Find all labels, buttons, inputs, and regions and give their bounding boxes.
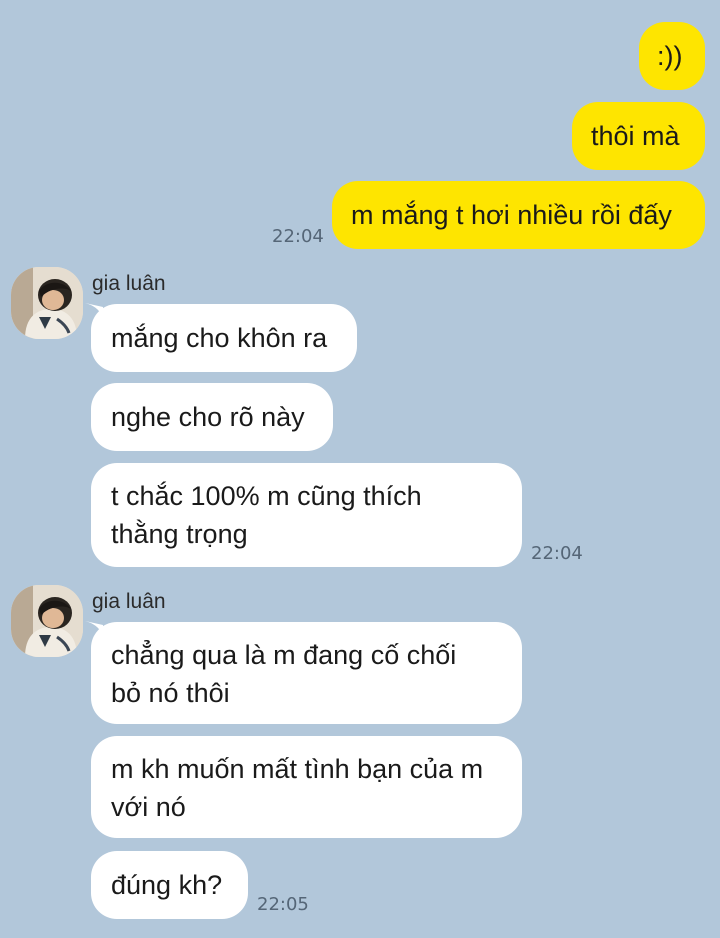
message-text-line: m kh muốn mất tình bạn của m — [111, 754, 484, 784]
incoming-message-bubble[interactable]: nghe cho rõ này — [91, 383, 333, 451]
message-text-line: bỏ nó thôi — [111, 678, 230, 708]
message-timestamp: 22:04 — [272, 226, 324, 247]
avatar-photo-icon — [11, 585, 83, 657]
incoming-message-bubble[interactable]: t chắc 100% m cũng thích thằng trọng — [91, 463, 522, 567]
message-text: nghe cho rõ này — [111, 402, 305, 432]
incoming-message-bubble[interactable]: đúng kh? — [91, 851, 248, 919]
avatar-photo-icon — [11, 267, 83, 339]
message-text-line: thằng trọng — [111, 519, 248, 549]
avatar[interactable] — [11, 585, 83, 657]
sender-name: gia luân — [92, 272, 166, 295]
message-text: thôi mà — [591, 121, 680, 151]
outgoing-message-bubble[interactable]: :)) — [639, 22, 705, 90]
outgoing-message-bubble[interactable]: m mắng t hơi nhiều rồi đấy — [332, 181, 705, 249]
incoming-message-bubble[interactable]: mắng cho khôn ra — [91, 304, 357, 372]
message-timestamp: 22:05 — [257, 894, 309, 915]
message-timestamp: 22:04 — [531, 543, 583, 564]
message-text: đúng kh? — [111, 870, 223, 900]
message-text: m mắng t hơi nhiều rồi đấy — [351, 200, 672, 230]
message-text-line: chẳng qua là m đang cố chối — [111, 640, 457, 670]
message-text: mắng cho khôn ra — [111, 323, 328, 353]
message-text-line: t chắc 100% m cũng thích — [111, 481, 422, 511]
incoming-message-bubble[interactable]: chẳng qua là m đang cố chối bỏ nó thôi — [91, 622, 522, 724]
avatar[interactable] — [11, 267, 83, 339]
message-text: :)) — [657, 41, 683, 71]
incoming-message-bubble[interactable]: m kh muốn mất tình bạn của m với nó — [91, 736, 522, 838]
message-text-line: với nó — [111, 792, 186, 822]
sender-name: gia luân — [92, 590, 166, 613]
outgoing-message-bubble[interactable]: thôi mà — [572, 102, 705, 170]
